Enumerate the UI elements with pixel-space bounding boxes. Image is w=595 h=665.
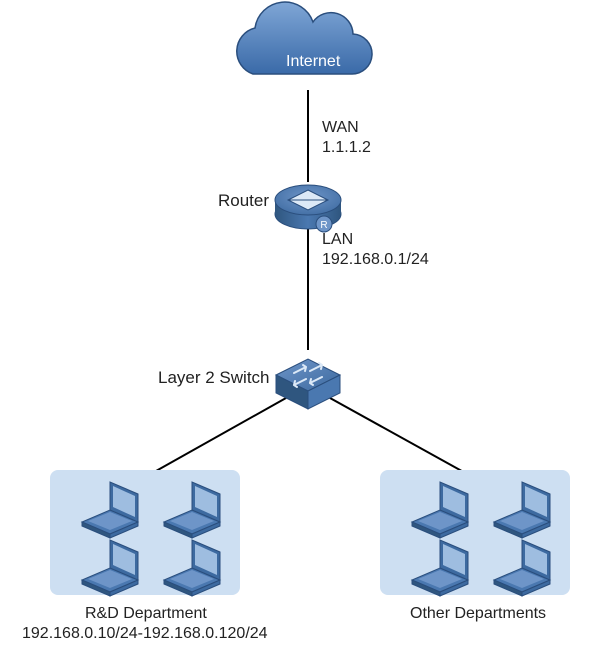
other-dept-title: Other Departments <box>410 604 546 624</box>
rd-dept-title: R&D Department <box>85 604 207 624</box>
rd-dept-range: 192.168.0.10/24-192.168.0.120/24 <box>22 624 268 644</box>
laptops-icon <box>0 0 595 665</box>
